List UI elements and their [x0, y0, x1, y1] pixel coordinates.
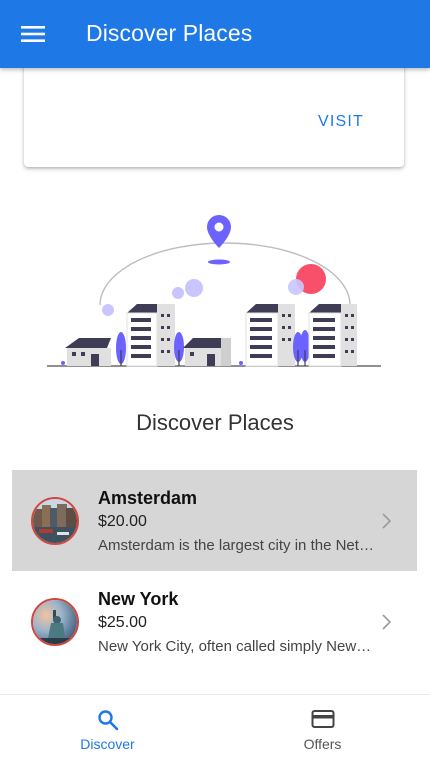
list-item-new-york[interactable]: New York $25.00 New York City, often cal… [12, 571, 417, 672]
section-heading: Discover Places [136, 410, 294, 435]
chevron-right-icon [382, 513, 391, 529]
visit-button[interactable]: VISIT [318, 113, 364, 131]
menu-icon [21, 26, 45, 42]
page-title: Discover Places [86, 20, 253, 46]
list-item-amsterdam[interactable]: Amsterdam $20.00 Amsterdam is the larges… [12, 470, 417, 571]
place-description: New York City, often called simply New Y… [98, 638, 374, 655]
app-toolbar: Discover Places [0, 0, 430, 68]
bottom-tab-bar: Discover Offers [0, 694, 430, 762]
tab-offers[interactable]: Offers [215, 695, 430, 762]
menu-button[interactable] [18, 20, 48, 48]
place-name: New York [98, 589, 179, 609]
place-description: Amsterdam is the largest city in the Net… [98, 537, 374, 554]
card-icon [311, 710, 334, 728]
places-list: Amsterdam $20.00 Amsterdam is the larges… [12, 470, 417, 672]
tab-label: Discover [80, 736, 135, 752]
chevron-right-icon [382, 614, 391, 630]
statue-of-liberty-thumbnail [31, 598, 79, 646]
search-icon [97, 710, 118, 731]
tab-label: Offers [303, 736, 342, 752]
place-name: Amsterdam [98, 488, 198, 508]
place-price: $20.00 [98, 513, 147, 530]
place-price: $25.00 [98, 614, 147, 631]
city-skyline-illustration [47, 215, 381, 367]
canal-city-thumbnail [31, 497, 79, 545]
location-pin-icon [207, 215, 231, 265]
tab-discover[interactable]: Discover [0, 695, 215, 762]
